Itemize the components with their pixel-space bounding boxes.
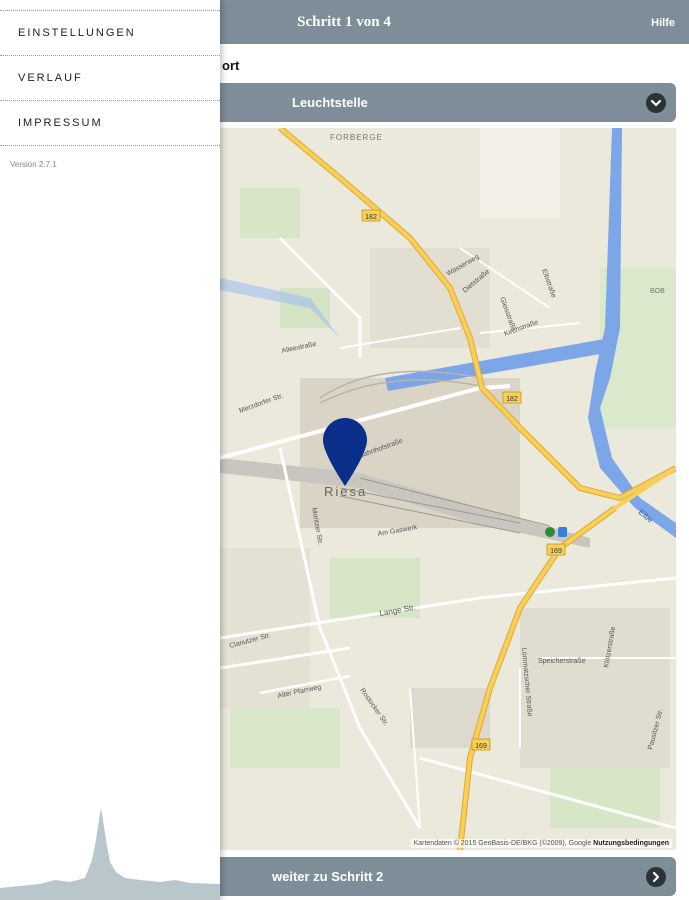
help-link[interactable]: Hilfe [651, 0, 675, 44]
map-attribution: Kartendaten © 2015 GeoBasis-DE/BKG (©200… [410, 839, 672, 848]
chevron-down-icon[interactable] [646, 93, 666, 113]
menu-top-divider [0, 0, 220, 11]
map-label: FORBERGE [330, 133, 383, 142]
menu-item-settings[interactable]: EINSTELLUNGEN [0, 11, 220, 56]
skyline-graphic [0, 808, 220, 900]
road-shield: 182 [365, 214, 377, 221]
menu-item-imprint[interactable]: IMPRESSUM [0, 101, 220, 146]
map-label: Speicherstraße [538, 658, 586, 665]
page-title: Schritt 1 von 4 [297, 14, 391, 30]
menu-item-history[interactable]: VERLAUF [0, 56, 220, 101]
type-select[interactable]: Leuchtstelle [220, 83, 676, 122]
map-label: BOB [650, 288, 665, 295]
road-shield: 182 [506, 396, 518, 403]
version-text: Version 2.7.1 [10, 160, 57, 169]
type-select-value: Leuchtstelle [292, 95, 368, 110]
map-terms-link[interactable]: Nutzungsbedingungen [593, 840, 669, 847]
location-pin-icon[interactable] [321, 416, 369, 488]
location-pin-marker [323, 418, 367, 486]
menu-item-label: EINSTELLUNGEN [18, 27, 136, 39]
map-attribution-text: Kartendaten © 2015 GeoBasis-DE/BKG (©200… [413, 840, 592, 847]
menu-item-label: IMPRESSUM [18, 117, 103, 129]
road-shield: 169 [475, 743, 487, 750]
road-shield: 169 [550, 548, 562, 555]
next-step-button[interactable]: weiter zu Schritt 2 [220, 857, 676, 896]
next-step-label: weiter zu Schritt 2 [272, 869, 384, 884]
section-label: ort [222, 58, 240, 73]
menu-item-label: VERLAUF [18, 72, 83, 84]
side-menu: EINSTELLUNGEN VERLAUF IMPRESSUM Version … [0, 0, 220, 900]
chevron-right-icon [646, 867, 666, 887]
map-view[interactable]: 182 182 169 169 FORBERGE Wasserweg Gleis… [220, 128, 676, 850]
